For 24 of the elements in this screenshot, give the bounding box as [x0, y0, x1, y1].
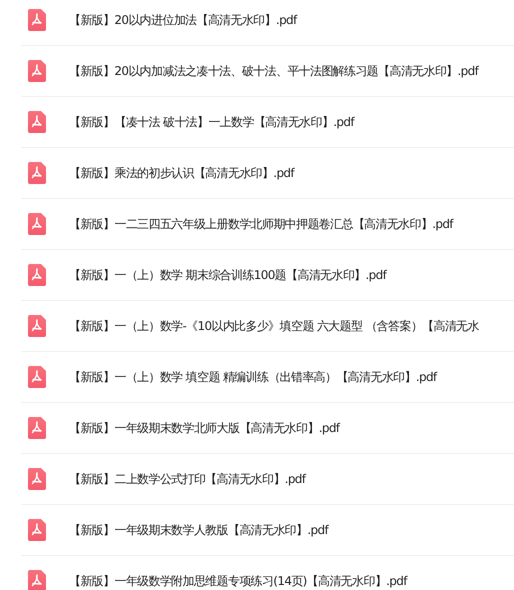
file-name[interactable]: 【新版】20以内进位加法【高清无水印】.pdf	[69, 12, 297, 28]
file-name[interactable]: 【新版】一（上）数学-《10以内比多少》填空题 六大题型 （含答案）【高清无水	[69, 318, 479, 334]
pdf-file-icon	[28, 468, 46, 490]
file-name[interactable]: 【新版】【凑十法 破十法】一上数学【高清无水印】.pdf	[69, 114, 354, 130]
file-name[interactable]: 【新版】一（上）数学 填空题 精编训练（出错率高）【高清无水印】.pdf	[69, 368, 437, 386]
file-name[interactable]: 【新版】一年级期末数学人教版【高清无水印】.pdf	[69, 522, 328, 538]
pdf-file-icon	[28, 264, 46, 286]
pdf-file-icon	[28, 417, 46, 439]
pdf-file-icon	[28, 570, 46, 590]
file-name[interactable]: 【新版】一年级数学附加思维题专项练习(14页)【高清无水印】.pdf	[69, 572, 407, 590]
file-name[interactable]: 【新版】二上数学公式打印【高清无水印】.pdf	[69, 470, 306, 488]
pdf-file-icon	[28, 9, 46, 31]
file-name[interactable]: 【新版】20以内加减法之凑十法、破十法、平十法图解练习题【高清无水印】.pdf	[69, 62, 478, 80]
file-name[interactable]: 【新版】乘法的初步认识【高清无水印】.pdf	[69, 164, 294, 182]
pdf-file-icon	[28, 162, 46, 184]
file-name[interactable]: 【新版】一二三四五六年级上册数学北师期中押题卷汇总【高清无水印】.pdf	[69, 216, 453, 232]
pdf-file-icon	[28, 213, 46, 235]
pdf-file-icon	[28, 519, 46, 541]
pdf-file-icon	[28, 60, 46, 82]
file-name[interactable]: 【新版】一年级期末数学北师大版【高清无水印】.pdf	[69, 420, 340, 436]
file-name[interactable]: 【新版】一（上）数学 期末综合训练100题【高清无水印】.pdf	[69, 266, 386, 284]
pdf-file-icon	[28, 366, 46, 388]
pdf-file-icon	[28, 315, 46, 337]
pdf-file-icon	[28, 111, 46, 133]
